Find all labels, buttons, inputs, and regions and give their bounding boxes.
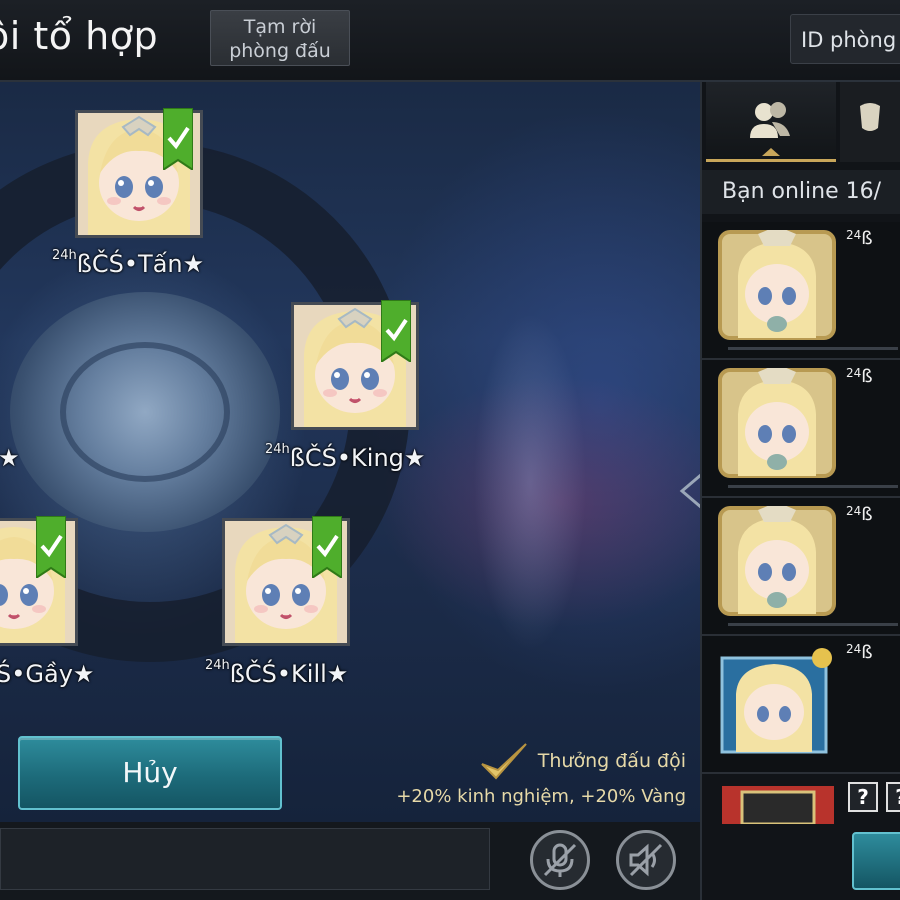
speaker-off-icon (629, 843, 663, 877)
friends-panel: Bạn online 16/ 24ß 24ß 24ß 24ß ? (700, 82, 900, 900)
online-friends-count: Bạn online 16/ (702, 170, 900, 214)
unknown-item-box: ? (848, 782, 878, 812)
framed-portrait-icon (718, 506, 836, 616)
player-name-text: ßČŚ•King★ (289, 444, 426, 472)
chat-bar (0, 822, 700, 900)
friend-row-divider (728, 623, 898, 626)
panel-action-button[interactable] (852, 832, 900, 890)
ready-check-icon (312, 516, 342, 578)
leave-room-label-line2: phòng đấu (229, 40, 331, 62)
friend-row[interactable]: 24ß (702, 222, 900, 360)
friend-name: 24ß (846, 366, 873, 387)
friend-row[interactable]: 24ß (702, 636, 900, 774)
ready-check-icon (36, 516, 66, 578)
mic-off-icon (543, 843, 577, 877)
friend-avatar (718, 506, 836, 616)
top-bar: ội tổ hợp Tạm rời phòng đấu ID phòng (0, 0, 900, 82)
framed-portrait-icon (718, 230, 836, 340)
gift-card-icon (722, 786, 834, 824)
player-name-text: Ś•Gầy★ (0, 660, 95, 688)
player-name: 24hßČŚ•King★ (265, 442, 426, 472)
player-name: Ś•Gầy★ (0, 660, 94, 688)
friend-row[interactable]: 24ß (702, 498, 900, 636)
framed-portrait-icon (718, 368, 836, 478)
team-lobby: 24hßČŚ•Tấn★ 24hßČŚ•King★ ★ Ś•Gầy★ 24hßČŚ… (0, 82, 700, 822)
background-glow (430, 232, 630, 732)
friend-name: 24ß (846, 228, 873, 249)
friend-name-prefix: 24 (846, 642, 862, 656)
guild-icon (860, 103, 880, 131)
ready-check-icon (163, 108, 193, 170)
reward-title: Thưởng đấu đội (537, 750, 686, 772)
cancel-button[interactable]: Hủy (18, 736, 282, 810)
player-name-prefix: 24h (52, 248, 77, 263)
friend-name-prefix: 24 (846, 504, 862, 518)
unknown-item-box: ? (886, 782, 900, 812)
speaker-mute-button[interactable] (616, 830, 676, 890)
friend-row-divider (728, 347, 898, 350)
player-name-text: ßČŚ•Tấn★ (76, 250, 205, 278)
player-name: ★ (0, 444, 20, 472)
friend-name-text: ß (861, 642, 873, 663)
mic-mute-button[interactable] (530, 830, 590, 890)
friend-name-text: ß (861, 504, 873, 525)
page-title: ội tổ hợp (0, 14, 159, 58)
friend-name-text: ß (861, 228, 873, 249)
team-reward-info: Thưởng đấu đội +20% kinh nghiệm, +20% Và… (370, 743, 688, 814)
friend-name-prefix: 24 (846, 366, 862, 380)
friends-icon (750, 102, 790, 156)
ready-check-icon (381, 300, 411, 362)
blue-framed-portrait-icon (720, 648, 832, 754)
friend-avatar (718, 368, 836, 478)
friend-name-prefix: 24 (846, 228, 862, 242)
player-name: 24hßČŚ•Kill★ (205, 658, 349, 688)
gold-check-icon (481, 743, 527, 780)
player-name-text: ßČŚ•Kill★ (229, 660, 349, 688)
reward-description: +20% kinh nghiệm, +20% Vàng (396, 786, 686, 807)
tab-guild[interactable] (840, 82, 900, 162)
friend-avatar (718, 230, 836, 340)
chat-input[interactable] (0, 828, 490, 890)
leave-room-label-line1: Tạm rời (243, 16, 317, 38)
room-id-field[interactable]: ID phòng (790, 14, 900, 64)
friend-row[interactable]: 24ß (702, 360, 900, 498)
friend-name: 24ß (846, 504, 873, 525)
friend-row-divider (728, 485, 898, 488)
player-name-text: ★ (0, 444, 20, 472)
tab-friends[interactable] (706, 82, 836, 162)
friend-avatar (718, 644, 836, 754)
friend-name-text: ß (861, 366, 873, 387)
friend-name: 24ß (846, 642, 873, 663)
player-name-prefix: 24h (265, 442, 290, 457)
emblem-inner (60, 342, 230, 482)
leave-room-button[interactable]: Tạm rời phòng đấu (210, 10, 350, 66)
player-name-prefix: 24h (205, 658, 230, 673)
player-name: 24hßČŚ•Tấn★ (52, 248, 205, 278)
